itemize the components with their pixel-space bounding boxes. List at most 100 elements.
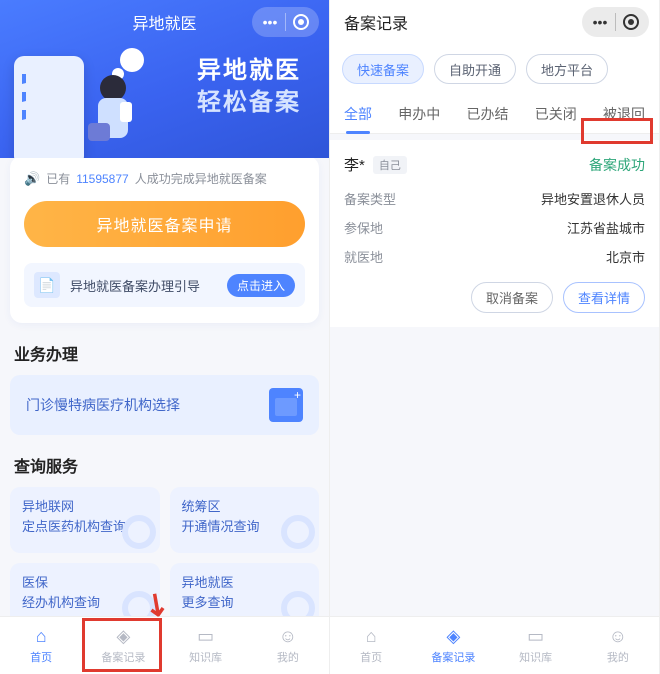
guide-enter-label: 点击进入 bbox=[237, 279, 285, 293]
record-head: 李* 自己 备案成功 bbox=[344, 154, 645, 175]
guide-enter-button[interactable]: 点击进入 bbox=[227, 274, 295, 297]
tab-knowledge[interactable]: ▭ 知识库 bbox=[495, 617, 577, 674]
apply-button-label: 异地就医备案申请 bbox=[96, 212, 232, 236]
tab-home[interactable]: ⌂ 首页 bbox=[0, 617, 82, 674]
success-suffix: 人成功完成异地就医备案 bbox=[135, 170, 267, 187]
field-value: 江苏省盐城市 bbox=[567, 218, 645, 237]
tab-label: 被退回 bbox=[603, 106, 645, 122]
hero-line2: 轻松备案 bbox=[197, 87, 301, 119]
tab-label: 全部 bbox=[344, 106, 372, 122]
tab-returned[interactable]: 被退回 bbox=[597, 104, 651, 124]
tile-deco-icon bbox=[281, 515, 315, 549]
home-icon: ⌂ bbox=[36, 626, 47, 647]
section-biz-title: 业务办理 bbox=[14, 341, 315, 365]
record-card: 李* 自己 备案成功 备案类型 异地安置退休人员 参保地 江苏省盐城市 就医地 … bbox=[330, 140, 659, 327]
field-value: 异地安置退休人员 bbox=[541, 189, 645, 208]
hospital-icon bbox=[269, 388, 303, 422]
page-title: 异地就医 bbox=[132, 10, 196, 34]
tile-line1: 统筹区 bbox=[182, 497, 308, 517]
titlebar: 异地就医 ••• bbox=[0, 0, 329, 44]
knowledge-icon: ▭ bbox=[197, 626, 214, 647]
tile-line1: 医保 bbox=[22, 573, 148, 593]
record-name: 李* bbox=[344, 154, 365, 175]
tab-processing[interactable]: 申办中 bbox=[392, 104, 446, 124]
tab-label: 我的 bbox=[277, 649, 299, 665]
tabbar: ⌂ 首页 ◈ 备案记录 ▭ 知识库 ☺ 我的 bbox=[0, 616, 329, 674]
mp-capsule[interactable]: ••• bbox=[252, 7, 319, 37]
hero-banner: 异地就医 ••• 异地就医 轻松备案 bbox=[0, 0, 329, 158]
self-tag: 自己 bbox=[373, 156, 407, 174]
tab-label: 备案记录 bbox=[431, 649, 475, 665]
tile-pool-area[interactable]: 统筹区 开通情况查询 bbox=[170, 487, 320, 553]
field-key: 参保地 bbox=[344, 218, 383, 237]
filter-label: 地方平台 bbox=[541, 60, 593, 79]
tab-all[interactable]: 全部 bbox=[338, 104, 378, 124]
field-type: 备案类型 异地安置退休人员 bbox=[344, 189, 645, 208]
titlebar: 备案记录 ••• bbox=[330, 0, 659, 44]
query-grid: 异地联网 定点医药机构查询 统筹区 开通情况查询 医保 经办机构查询 异地就医 … bbox=[10, 487, 319, 629]
filter-label: 自助开通 bbox=[449, 60, 501, 79]
tab-done[interactable]: 已办结 bbox=[461, 104, 515, 124]
tile-deco-icon bbox=[122, 515, 156, 549]
mp-capsule[interactable]: ••• bbox=[582, 7, 649, 37]
screen-records: 备案记录 ••• 快速备案 自助开通 地方平台 全部 申办中 已办结 已关闭 被… bbox=[330, 0, 660, 674]
filter-self[interactable]: 自助开通 bbox=[434, 54, 516, 84]
guide-row[interactable]: 📄 异地就医备案办理引导 点击进入 bbox=[24, 263, 305, 307]
tab-label: 知识库 bbox=[519, 649, 552, 665]
cancel-record-button[interactable]: 取消备案 bbox=[471, 282, 553, 313]
guide-document-icon: 📄 bbox=[34, 272, 60, 298]
tab-profile[interactable]: ☺ 我的 bbox=[247, 617, 329, 674]
filter-label: 快速备案 bbox=[357, 60, 409, 79]
record-actions: 取消备案 查看详情 bbox=[344, 282, 645, 313]
tile-line1: 异地联网 bbox=[22, 497, 148, 517]
record-name-row: 李* 自己 bbox=[344, 154, 407, 175]
tab-home[interactable]: ⌂ 首页 bbox=[330, 617, 412, 674]
hero-phone-illustration bbox=[14, 56, 84, 158]
capsule-close-icon[interactable] bbox=[616, 7, 646, 37]
hero-person-illustration bbox=[78, 68, 148, 158]
profile-icon: ☺ bbox=[609, 626, 627, 647]
page-title: 备案记录 bbox=[344, 10, 408, 34]
status-tabs: 全部 申办中 已办结 已关闭 被退回 bbox=[330, 94, 659, 134]
speaker-icon: 🔊 bbox=[24, 171, 40, 187]
tab-knowledge[interactable]: ▭ 知识库 bbox=[165, 617, 247, 674]
tab-closed[interactable]: 已关闭 bbox=[529, 104, 583, 124]
tab-records[interactable]: ◈ 备案记录 bbox=[82, 617, 164, 674]
capsule-menu-icon[interactable]: ••• bbox=[585, 7, 615, 37]
field-value: 北京市 bbox=[606, 247, 645, 266]
tab-label: 首页 bbox=[360, 649, 382, 665]
tab-profile[interactable]: ☺ 我的 bbox=[577, 617, 659, 674]
apply-card: 🔊 已有 11595877 人成功完成异地就医备案 异地就医备案申请 📄 异地就… bbox=[10, 156, 319, 323]
tab-records[interactable]: ◈ 备案记录 bbox=[412, 617, 494, 674]
tab-label: 已办结 bbox=[467, 106, 509, 122]
tab-label: 申办中 bbox=[398, 106, 440, 122]
status-badge: 备案成功 bbox=[589, 155, 645, 175]
records-icon: ◈ bbox=[116, 626, 130, 647]
screen-home: 异地就医 ••• 异地就医 轻松备案 🔊 已有 11595877 bbox=[0, 0, 330, 674]
tile-network-pharmacy[interactable]: 异地联网 定点医药机构查询 bbox=[10, 487, 160, 553]
filter-local[interactable]: 地方平台 bbox=[526, 54, 608, 84]
home-icon: ⌂ bbox=[366, 626, 377, 647]
filter-row: 快速备案 自助开通 地方平台 bbox=[330, 44, 659, 94]
section-query-title: 查询服务 bbox=[14, 453, 315, 477]
tile-chronic-label: 门诊慢特病医疗机构选择 bbox=[26, 395, 180, 415]
view-detail-button[interactable]: 查看详情 bbox=[563, 282, 645, 313]
tabbar: ⌂ 首页 ◈ 备案记录 ▭ 知识库 ☺ 我的 bbox=[330, 616, 659, 674]
capsule-menu-icon[interactable]: ••• bbox=[255, 7, 285, 37]
field-insured-area: 参保地 江苏省盐城市 bbox=[344, 218, 645, 237]
tile-chronic-disease[interactable]: 门诊慢特病医疗机构选择 bbox=[10, 375, 319, 435]
knowledge-icon: ▭ bbox=[527, 626, 544, 647]
filter-fast[interactable]: 快速备案 bbox=[342, 54, 424, 84]
tab-label: 知识库 bbox=[189, 649, 222, 665]
records-icon: ◈ bbox=[446, 626, 460, 647]
tab-label: 首页 bbox=[30, 649, 52, 665]
hero-title: 异地就医 轻松备案 bbox=[197, 55, 301, 120]
tile-line1: 异地就医 bbox=[182, 573, 308, 593]
apply-button[interactable]: 异地就医备案申请 bbox=[24, 201, 305, 247]
tab-label: 我的 bbox=[607, 649, 629, 665]
tab-label: 已关闭 bbox=[535, 106, 577, 122]
cancel-label: 取消备案 bbox=[486, 291, 538, 306]
success-count: 11595877 bbox=[76, 172, 129, 186]
profile-icon: ☺ bbox=[279, 626, 297, 647]
capsule-close-icon[interactable] bbox=[286, 7, 316, 37]
